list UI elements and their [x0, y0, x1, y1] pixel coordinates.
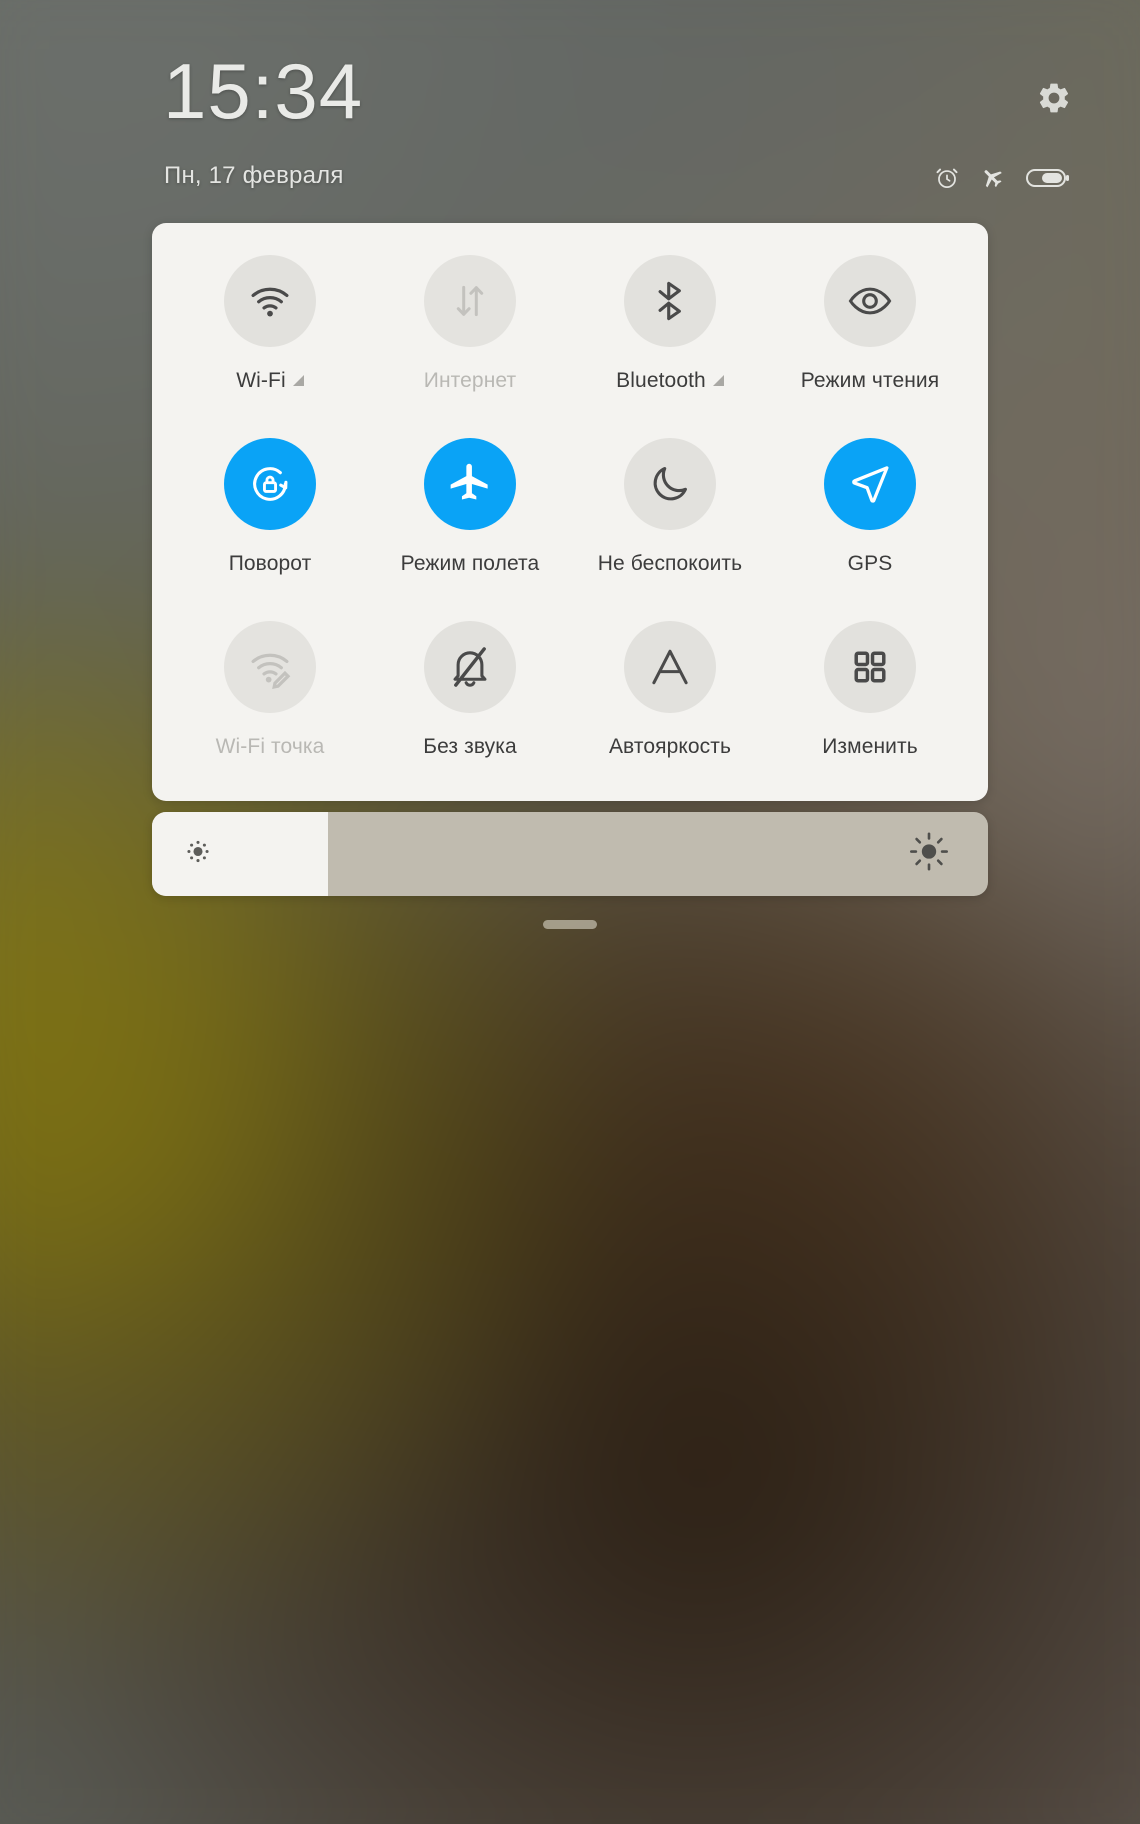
bluetooth-icon — [658, 281, 681, 321]
lockscreen-quick-settings-screen: 15:34 Пн, 17 февраля Wi-Fi Интернет Blue… — [0, 0, 1140, 1824]
tile-mobile-data[interactable]: Интернет — [370, 255, 570, 438]
tile-auto-brightness[interactable]: Автояркость — [570, 621, 770, 804]
tile-gps-label: GPS — [847, 552, 893, 575]
clock-date: Пн, 17 февраля — [164, 162, 344, 189]
tile-auto-brightness-label: Автояркость — [608, 735, 732, 758]
tile-bluetooth[interactable]: Bluetooth — [570, 255, 770, 438]
tile-edit-circle — [824, 621, 916, 713]
brightness-slider-fill — [152, 812, 328, 896]
tile-wifi-circle — [224, 255, 316, 347]
data-transfer-icon — [456, 285, 484, 317]
tile-wifi[interactable]: Wi-Fi — [170, 255, 370, 438]
tile-silent-mode-circle — [424, 621, 516, 713]
tile-rotation-lock[interactable]: Поворот — [170, 438, 370, 621]
tile-auto-brightness-circle — [624, 621, 716, 713]
tile-airplane-mode-circle — [424, 438, 516, 530]
brightness-slider[interactable] — [152, 812, 988, 896]
tile-silent-mode[interactable]: Без звука — [370, 621, 570, 804]
tile-do-not-disturb[interactable]: Не беспокоить — [570, 438, 770, 621]
rotation-lock-icon — [253, 467, 288, 501]
tile-gps-circle — [824, 438, 916, 530]
status-header: 15:34 Пн, 17 февраля — [0, 0, 1140, 215]
bell-muted-icon — [453, 647, 487, 687]
battery-icon — [1026, 166, 1070, 190]
tile-gps[interactable]: GPS — [770, 438, 970, 621]
expand-arrow-icon[interactable] — [292, 375, 304, 386]
status-icon-tray — [934, 165, 1070, 191]
tile-mobile-data-circle — [424, 255, 516, 347]
expand-arrow-icon[interactable] — [712, 375, 724, 386]
tile-rotation-lock-label: Поворот — [228, 552, 312, 575]
tile-bluetooth-circle — [624, 255, 716, 347]
navigation-icon — [852, 466, 889, 503]
airplane-icon — [450, 463, 488, 500]
tile-reading-mode-circle — [824, 255, 916, 347]
tile-mobile-data-label: Интернет — [423, 369, 517, 392]
tile-airplane-mode[interactable]: Режим полета — [370, 438, 570, 621]
tile-rotation-lock-circle — [224, 438, 316, 530]
auto-brightness-icon — [652, 649, 688, 685]
panel-drag-handle[interactable] — [543, 920, 597, 929]
tile-do-not-disturb-label: Не беспокоить — [597, 552, 743, 575]
tile-wifi-hotspot-circle — [224, 621, 316, 713]
tile-silent-mode-label: Без звука — [423, 735, 517, 758]
moon-icon — [653, 467, 687, 501]
sun-small-icon — [182, 836, 214, 873]
alarm-icon — [934, 165, 960, 191]
tile-reading-mode-label: Режим чтения — [800, 369, 940, 392]
tile-reading-mode[interactable]: Режим чтения — [770, 255, 970, 438]
tile-do-not-disturb-circle — [624, 438, 716, 530]
wifi-icon — [251, 287, 289, 317]
tile-edit[interactable]: Изменить — [770, 621, 970, 804]
clock-time: 15:34 — [163, 47, 364, 135]
quick-settings-panel: Wi-Fi Интернет Bluetooth Режим чтения По… — [152, 223, 988, 801]
tile-edit-label: Изменить — [822, 735, 918, 758]
tile-wifi-hotspot[interactable]: Wi-Fi точка — [170, 621, 370, 804]
settings-button[interactable] — [1036, 80, 1072, 116]
airplane-icon — [980, 165, 1006, 191]
quick-settings-grid: Wi-Fi Интернет Bluetooth Режим чтения По… — [152, 223, 988, 801]
sun-large-icon — [908, 831, 950, 878]
eye-icon — [848, 287, 892, 315]
grid-icon — [854, 651, 886, 683]
gear-icon — [1039, 83, 1069, 113]
tile-airplane-mode-label: Режим полета — [400, 552, 540, 575]
tile-bluetooth-label: Bluetooth — [616, 369, 724, 393]
hotspot-icon — [251, 653, 291, 690]
tile-wifi-label: Wi-Fi — [236, 369, 304, 393]
tile-wifi-hotspot-label: Wi-Fi точка — [215, 735, 325, 758]
